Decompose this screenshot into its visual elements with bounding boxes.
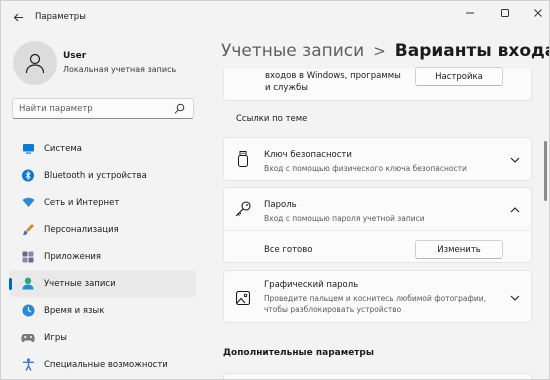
user-name: User xyxy=(63,51,87,61)
picture-password-card[interactable]: Графический пароль Проведите пальцем и к… xyxy=(223,270,532,323)
card-description-line-2: и службы xyxy=(265,83,308,93)
settings-window: Параметры User Локальная учетная запись xyxy=(0,0,550,380)
security-key-title: Ключ безопасности xyxy=(264,150,352,160)
change-password-button[interactable]: Изменить xyxy=(415,240,503,259)
related-links-header: Ссылки по теме xyxy=(236,114,308,124)
close-button[interactable] xyxy=(523,4,549,22)
back-arrow-icon xyxy=(13,13,23,21)
system-icon xyxy=(21,142,35,156)
password-status: Все готово xyxy=(264,245,313,255)
sidebar-item-label: Система xyxy=(44,143,82,154)
sidebar-item-time-language[interactable]: Время и язык xyxy=(9,297,196,324)
accounts-icon xyxy=(21,277,35,291)
sidebar-item-accessibility[interactable]: Специальные возможности xyxy=(9,351,196,378)
minimize-icon xyxy=(466,12,474,14)
maximize-button[interactable] xyxy=(490,4,520,22)
bluetooth-icon xyxy=(21,169,35,183)
maximize-icon xyxy=(501,9,509,17)
account-type: Локальная учетная запись xyxy=(63,65,177,74)
key-icon xyxy=(235,201,251,217)
chevron-up-icon[interactable] xyxy=(510,205,520,215)
search-input[interactable] xyxy=(19,103,169,114)
sidebar-item-label: Bluetooth и устройства xyxy=(44,170,147,181)
user-icon xyxy=(25,53,45,74)
search-icon[interactable] xyxy=(174,103,185,114)
security-key-card[interactable]: Ключ безопасности Вход с помощью физичес… xyxy=(223,137,532,181)
sidebar-item-label: Учетные записи xyxy=(44,278,116,289)
search-box[interactable] xyxy=(12,98,194,119)
breadcrumb: Учетные записи > Варианты входа xyxy=(221,41,550,61)
sidebar-item-network[interactable]: Сеть и Интернет xyxy=(9,189,196,216)
sidebar-item-apps[interactable]: Приложения xyxy=(9,243,196,270)
sidebar-item-gaming[interactable]: Игры xyxy=(9,324,196,351)
password-title: Пароль xyxy=(264,200,297,210)
chevron-down-icon[interactable] xyxy=(510,155,520,165)
sidebar-item-bluetooth[interactable]: Bluetooth и устройства xyxy=(9,162,196,189)
sidebar-item-system[interactable]: Система xyxy=(9,135,196,162)
card-description: входов в Windows, программы и службы xyxy=(265,70,425,94)
scrollbar[interactable] xyxy=(544,141,547,201)
sidebar-item-accounts[interactable]: Учетные записи xyxy=(9,270,196,297)
sidebar-nav: Система Bluetooth и устройства Сеть и Ин… xyxy=(9,135,196,378)
close-icon xyxy=(534,9,542,17)
sidebar-item-label: Персонализация xyxy=(44,224,119,235)
page-title: Варианты входа xyxy=(394,41,550,61)
sidebar-item-label: Специальные возможности xyxy=(44,359,168,370)
usb-key-icon xyxy=(235,151,251,167)
avatar[interactable] xyxy=(13,41,57,85)
network-icon xyxy=(21,196,35,210)
gaming-icon xyxy=(21,331,35,345)
sidebar-item-label: Сеть и Интернет xyxy=(44,197,120,208)
security-key-subtitle: Вход с помощью физического ключа безопас… xyxy=(264,164,467,173)
picture-password-title: Графический пароль xyxy=(264,280,359,290)
card-description-line-1: входов в Windows, программы xyxy=(265,71,401,81)
picture-password-subtitle-2: чтобы разблокировать устройство xyxy=(264,305,402,314)
time-language-icon xyxy=(21,304,35,318)
title-bar: Параметры xyxy=(1,1,549,33)
minimize-button[interactable] xyxy=(455,4,485,22)
sidebar-item-label: Время и язык xyxy=(44,305,105,316)
personalization-icon xyxy=(21,223,35,237)
divider xyxy=(224,230,531,231)
chevron-down-icon[interactable] xyxy=(510,293,520,303)
password-card: Пароль Вход с помощью пароля учетной зап… xyxy=(223,187,532,263)
windows-hello-card: входов в Windows, программы и службы Нас… xyxy=(223,67,532,101)
picture-password-subtitle-1: Проведите пальцем и коснитесь любимой фо… xyxy=(264,294,487,303)
back-button[interactable] xyxy=(9,8,27,26)
breadcrumb-separator: > xyxy=(373,42,386,60)
app-title: Параметры xyxy=(35,12,86,22)
additional-settings-card[interactable] xyxy=(223,373,532,379)
additional-settings-header: Дополнительные параметры xyxy=(223,348,374,358)
accessibility-icon xyxy=(21,358,35,372)
setup-button[interactable]: Настройка xyxy=(415,67,503,86)
password-subtitle: Вход с помощью пароля учетной записи xyxy=(264,214,425,223)
sidebar-item-label: Игры xyxy=(44,332,67,343)
sidebar-item-label: Приложения xyxy=(44,251,102,262)
picture-icon xyxy=(235,290,251,306)
apps-icon xyxy=(21,250,35,264)
breadcrumb-parent[interactable]: Учетные записи xyxy=(221,41,364,61)
sidebar-item-personalization[interactable]: Персонализация xyxy=(9,216,196,243)
